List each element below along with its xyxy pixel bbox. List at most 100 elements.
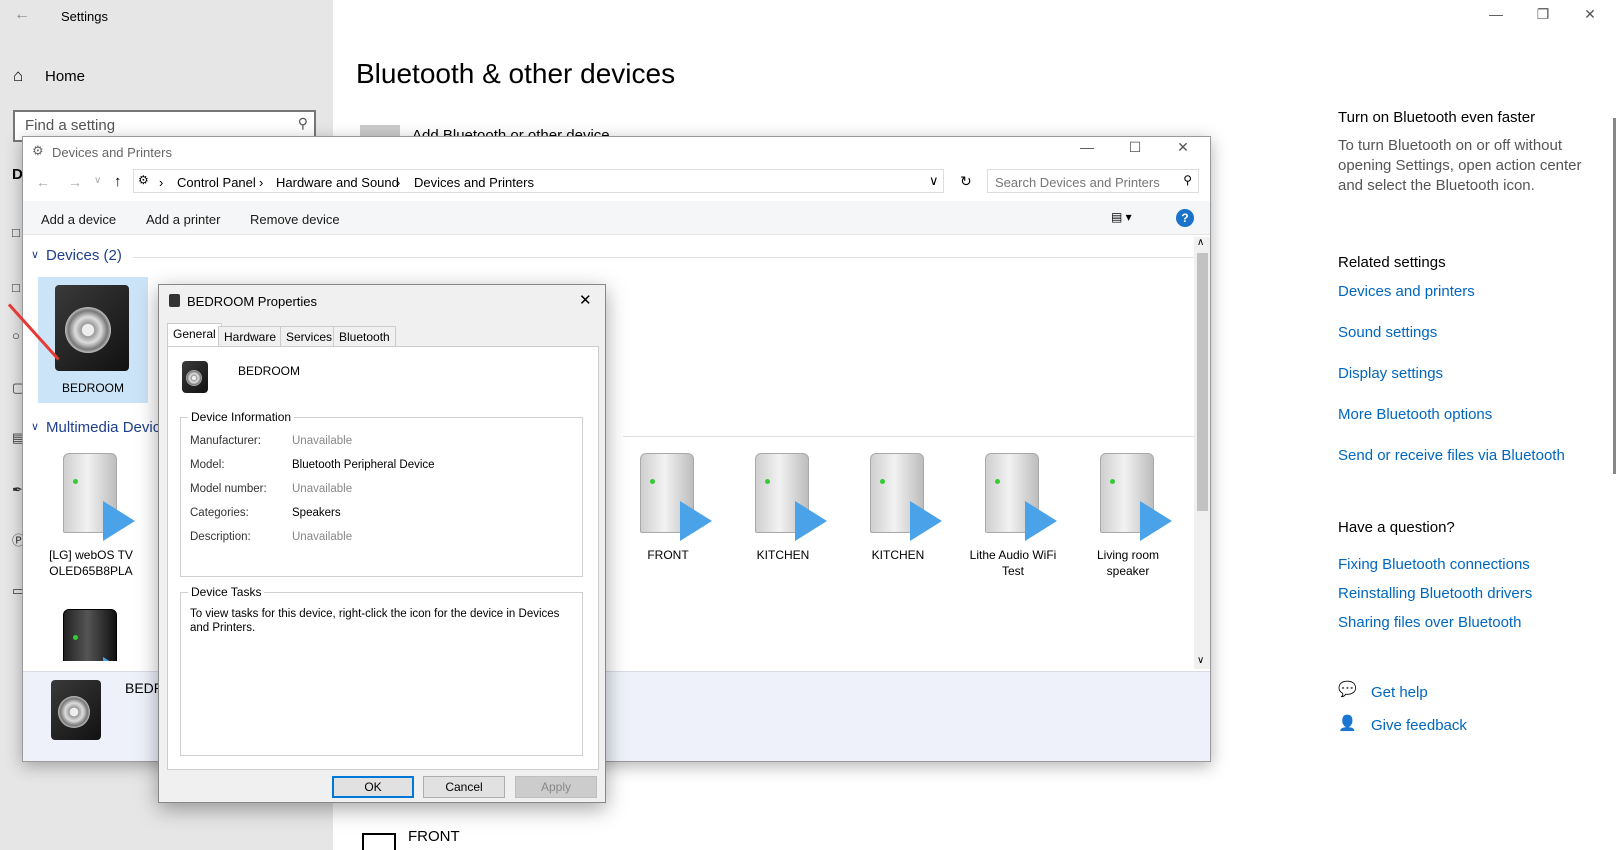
multimedia-group-line bbox=[623, 436, 1203, 437]
related-settings-heading: Related settings bbox=[1338, 254, 1446, 271]
give-feedback-link[interactable]: Give feedback bbox=[1371, 717, 1467, 734]
address-dropdown-icon[interactable]: ∨ bbox=[929, 173, 939, 189]
front-label: FRONT bbox=[647, 548, 689, 562]
settings-maximize-button[interactable]: ❐ bbox=[1523, 6, 1563, 23]
devices-group-chevron[interactable]: ∨ bbox=[31, 248, 39, 261]
device-lithe-audio[interactable]: Lithe Audio WiFi Test bbox=[961, 449, 1065, 579]
multimedia-group-header[interactable]: Multimedia Devic bbox=[46, 419, 160, 436]
device-kitchen-2[interactable]: KITCHEN bbox=[846, 449, 950, 563]
home-link[interactable]: Home bbox=[45, 68, 85, 85]
sound-settings-link[interactable]: Sound settings bbox=[1338, 324, 1437, 341]
kitchen-2-speaker-icon bbox=[862, 449, 942, 541]
send-receive-files-link[interactable]: Send or receive files via Bluetooth bbox=[1338, 447, 1565, 464]
nav-recent-icon[interactable]: ∨ bbox=[94, 175, 101, 186]
device-tasks-heading: Device Tasks bbox=[188, 585, 265, 599]
settings-title: Settings bbox=[61, 9, 108, 24]
device-partial-row2[interactable] bbox=[39, 605, 143, 661]
home-icon[interactable]: ⌂ bbox=[13, 66, 23, 86]
get-help-link[interactable]: Get help bbox=[1371, 684, 1428, 701]
living-room-label: Living room speaker bbox=[1096, 548, 1160, 578]
front-speaker-icon bbox=[632, 449, 712, 541]
props-close-button[interactable]: ✕ bbox=[579, 291, 592, 309]
manufacturer-value: Unavailable bbox=[292, 435, 353, 447]
scroll-down-icon[interactable]: ∨ bbox=[1197, 655, 1204, 666]
dp-scrollbar[interactable]: ∧ ∨ bbox=[1194, 237, 1210, 669]
search-icon: ⚲ bbox=[297, 115, 308, 131]
nav-forward-icon[interactable]: → bbox=[68, 174, 82, 190]
question-heading: Have a question? bbox=[1338, 519, 1455, 536]
dp-maximize-button[interactable]: ☐ bbox=[1115, 139, 1155, 156]
sidebar-icon-1[interactable]: □ bbox=[12, 225, 20, 240]
bt-faster-heading: Turn on Bluetooth even faster bbox=[1338, 109, 1536, 126]
search-devices-icon: ⚲ bbox=[1183, 173, 1192, 187]
devices-printers-link[interactable]: Devices and printers bbox=[1338, 283, 1475, 300]
dp-window-icon: ⚙ bbox=[32, 143, 44, 158]
device-tasks-text: To view tasks for this device, right-cli… bbox=[190, 608, 560, 634]
device-living-room[interactable]: Living room speaker bbox=[1076, 449, 1180, 579]
reinstalling-bt-link[interactable]: Reinstalling Bluetooth drivers bbox=[1338, 585, 1532, 602]
get-help-icon: 💬 bbox=[1338, 681, 1357, 698]
tab-bluetooth[interactable]: Bluetooth bbox=[333, 326, 396, 346]
lg-tv-label: [LG] webOS TV OLED65B8PLA bbox=[49, 548, 133, 578]
cancel-button[interactable]: Cancel bbox=[423, 776, 505, 798]
sidebar-icon-3[interactable]: ○ bbox=[12, 328, 20, 343]
scroll-up-icon[interactable]: ∧ bbox=[1197, 237, 1204, 248]
page-title: Bluetooth & other devices bbox=[356, 58, 676, 89]
crumb-sep-2: › bbox=[396, 175, 401, 190]
partial-speaker-icon bbox=[55, 605, 135, 661]
sidebar-icon-2[interactable]: □ bbox=[12, 280, 20, 295]
multimedia-group-chevron[interactable]: ∨ bbox=[31, 420, 39, 433]
ok-button[interactable]: OK bbox=[332, 776, 414, 798]
device-lg-tv[interactable]: [LG] webOS TV OLED65B8PLA bbox=[39, 449, 143, 579]
display-settings-link[interactable]: Display settings bbox=[1338, 365, 1443, 382]
more-bt-options-link[interactable]: More Bluetooth options bbox=[1338, 406, 1492, 423]
search-devices-input[interactable]: Search Devices and Printers ⚲ bbox=[987, 169, 1199, 193]
add-device-command[interactable]: Add a device bbox=[41, 212, 116, 227]
tab-services[interactable]: Services bbox=[280, 326, 339, 346]
refresh-icon[interactable]: ↻ bbox=[960, 173, 972, 190]
breadcrumb-hardware-sound[interactable]: Hardware and Sound bbox=[276, 175, 399, 190]
settings-scrollbar[interactable] bbox=[1613, 118, 1616, 474]
model-number-value: Unavailable bbox=[292, 483, 353, 495]
search-devices-placeholder: Search Devices and Printers bbox=[995, 175, 1160, 190]
dp-minimize-button[interactable]: — bbox=[1067, 139, 1107, 155]
nav-up-icon[interactable]: ↑ bbox=[114, 173, 122, 190]
control-panel-icon: ⚙ bbox=[138, 173, 149, 187]
kitchen-1-speaker-icon bbox=[747, 449, 827, 541]
address-bar[interactable]: ⚙ › Control Panel › Hardware and Sound ›… bbox=[133, 169, 944, 193]
devices-group-header[interactable]: Devices (2) bbox=[46, 247, 122, 264]
device-front[interactable]: FRONT bbox=[616, 449, 720, 563]
view-options-icon[interactable]: ▤ ▾ bbox=[1111, 210, 1132, 224]
device-info-heading: Device Information bbox=[188, 410, 295, 424]
remove-device-command[interactable]: Remove device bbox=[250, 212, 340, 227]
props-device-cone bbox=[186, 370, 202, 386]
help-icon[interactable]: ? bbox=[1176, 209, 1194, 227]
bedroom-speaker-icon bbox=[55, 285, 129, 371]
dp-close-button[interactable]: ✕ bbox=[1163, 139, 1203, 156]
tab-general[interactable]: General bbox=[167, 323, 222, 347]
front-device-label[interactable]: FRONT bbox=[408, 828, 460, 845]
nav-back-icon[interactable]: ← bbox=[36, 174, 50, 190]
scroll-thumb[interactable] bbox=[1197, 253, 1208, 511]
details-speaker-icon bbox=[51, 680, 101, 740]
add-printer-command[interactable]: Add a printer bbox=[146, 212, 220, 227]
tab-hardware[interactable]: Hardware bbox=[218, 326, 283, 346]
breadcrumb-devices-printers[interactable]: Devices and Printers bbox=[414, 175, 534, 190]
back-arrow-icon[interactable]: ← bbox=[14, 6, 30, 24]
bedroom-speaker-cone bbox=[65, 307, 111, 353]
crumb-sep-0: › bbox=[159, 175, 164, 190]
manufacturer-label: Manufacturer: bbox=[190, 435, 261, 447]
apply-button[interactable]: Apply bbox=[515, 776, 597, 798]
breadcrumb-control-panel[interactable]: Control Panel bbox=[177, 175, 256, 190]
settings-minimize-button[interactable]: — bbox=[1476, 6, 1516, 22]
sharing-files-link[interactable]: Sharing files over Bluetooth bbox=[1338, 614, 1521, 631]
lithe-audio-speaker-icon bbox=[977, 449, 1057, 541]
front-device-icon[interactable] bbox=[362, 833, 396, 850]
model-value: Bluetooth Peripheral Device bbox=[292, 459, 435, 471]
fixing-bt-link[interactable]: Fixing Bluetooth connections bbox=[1338, 556, 1530, 573]
description-label: Description: bbox=[190, 531, 251, 543]
device-bedroom[interactable]: BEDROOM bbox=[38, 277, 148, 403]
device-kitchen-1[interactable]: KITCHEN bbox=[731, 449, 835, 563]
settings-close-button[interactable]: ✕ bbox=[1570, 6, 1610, 23]
feedback-icon: 👤 bbox=[1338, 715, 1357, 732]
